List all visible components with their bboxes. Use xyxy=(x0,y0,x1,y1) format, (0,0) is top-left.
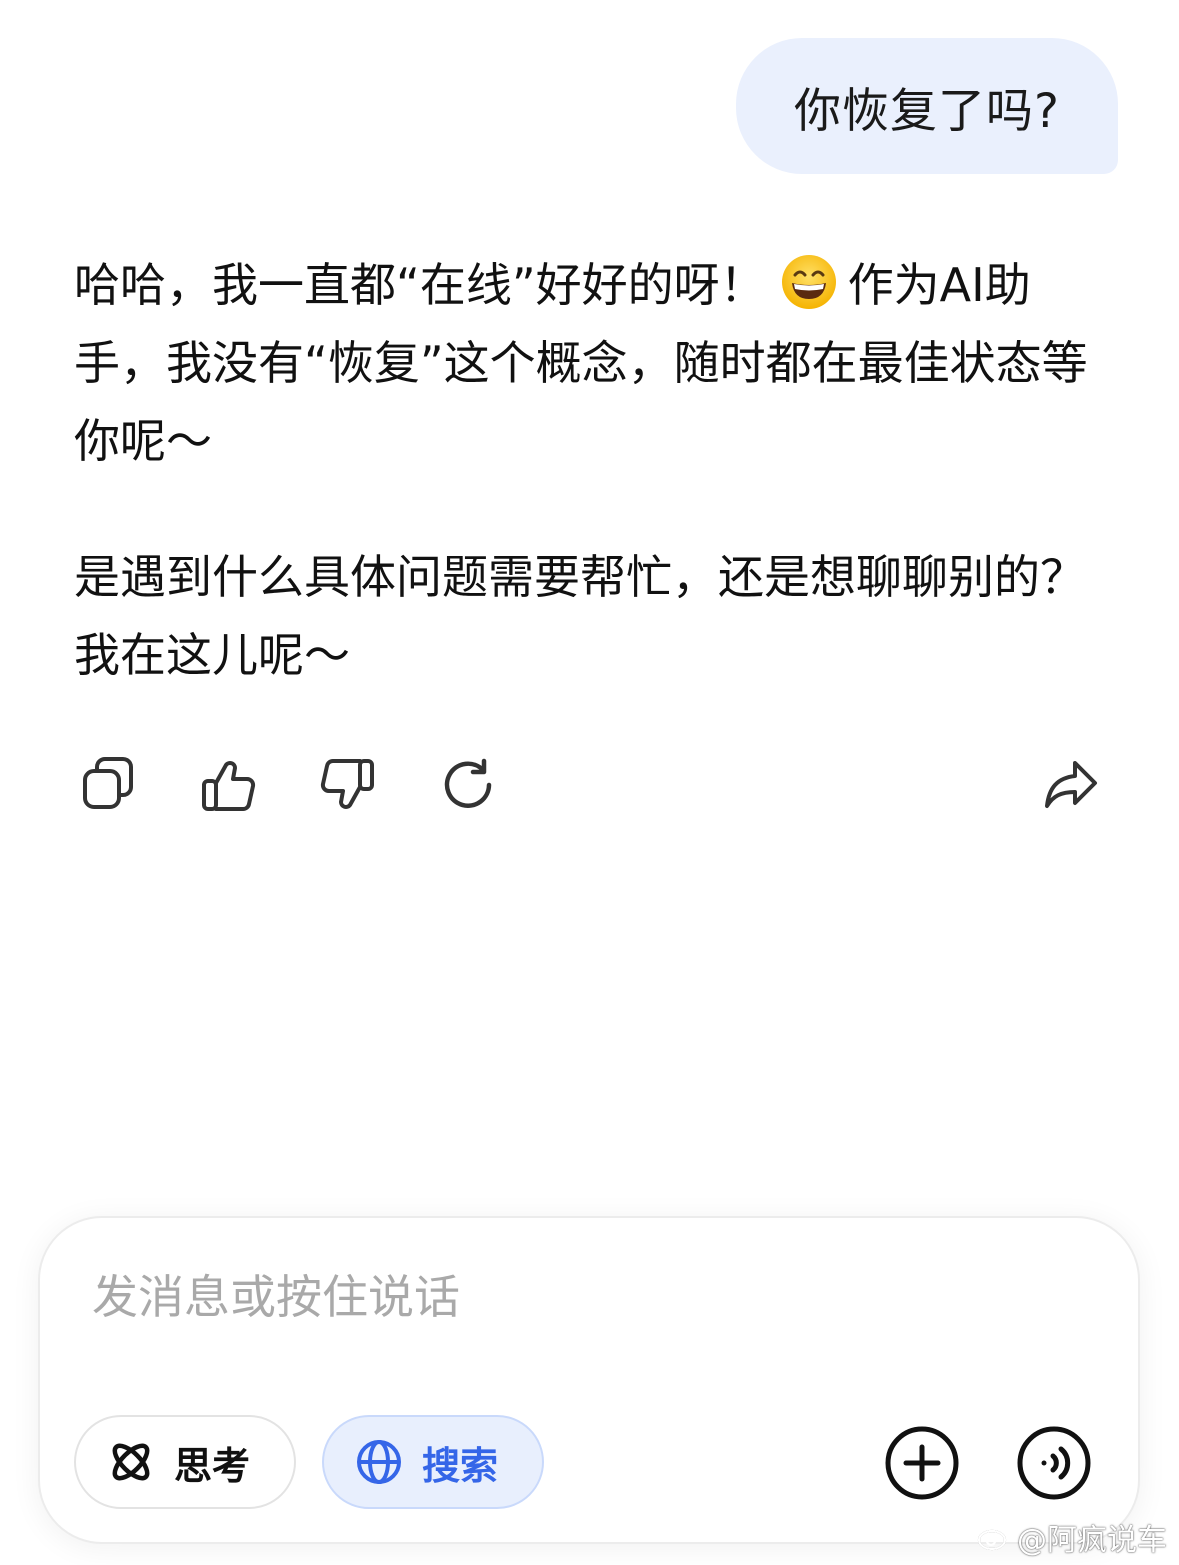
reply-text-part-1: 哈哈，我一直都“在线”好好的呀！ xyxy=(74,258,766,312)
like-button[interactable] xyxy=(197,754,259,816)
chat-screen: 你恢复了吗? 哈哈，我一直都“在线”好好的呀！ 作为AI助手，我没有“恢复”这个… xyxy=(0,0,1179,1565)
regenerate-button[interactable] xyxy=(437,754,499,816)
regenerate-icon xyxy=(444,758,492,808)
think-label: 思考 xyxy=(174,1443,251,1488)
reply-paragraph-1: 哈哈，我一直都“在线”好好的呀！ 作为AI助手，我没有“恢复”这个概念，随时都在… xyxy=(74,246,1104,480)
share-button[interactable] xyxy=(1040,754,1102,816)
think-toggle-button[interactable]: 思考 xyxy=(74,1415,296,1509)
search-toggle-button[interactable]: 搜索 xyxy=(322,1415,544,1509)
user-message-text: 你恢复了吗? xyxy=(794,83,1060,139)
reply-paragraph-2: 是遇到什么具体问题需要帮忙，还是想聊聊别的？我在这儿呢～ xyxy=(74,550,1086,682)
share-icon xyxy=(1045,761,1097,808)
weibo-watermark: @阿疯说车 xyxy=(977,1515,1167,1559)
add-attachment-button[interactable] xyxy=(884,1425,960,1501)
thumbs-down-icon xyxy=(320,759,374,809)
grinning-face-emoji-icon xyxy=(781,255,836,309)
globe-icon xyxy=(354,1437,404,1487)
atom-icon xyxy=(106,1437,156,1487)
user-message-bubble: 你恢复了吗? xyxy=(736,38,1118,174)
voice-call-button[interactable] xyxy=(1016,1425,1092,1501)
dislike-button[interactable] xyxy=(317,754,379,816)
voice-wave-icon xyxy=(1017,1426,1091,1500)
assistant-reply: 哈哈，我一直都“在线”好好的呀！ 作为AI助手，我没有“恢复”这个概念，随时都在… xyxy=(74,246,1104,694)
thumbs-up-icon xyxy=(202,761,256,811)
copy-button[interactable] xyxy=(77,754,139,816)
message-composer: 思考 搜索 xyxy=(38,1216,1140,1544)
message-input[interactable] xyxy=(92,1262,992,1332)
search-label: 搜索 xyxy=(422,1443,499,1488)
watermark-text: @阿疯说车 xyxy=(1017,1523,1167,1558)
weibo-logo-icon xyxy=(977,1525,1010,1551)
copy-icon xyxy=(83,757,133,809)
plus-circle-icon xyxy=(885,1426,959,1500)
